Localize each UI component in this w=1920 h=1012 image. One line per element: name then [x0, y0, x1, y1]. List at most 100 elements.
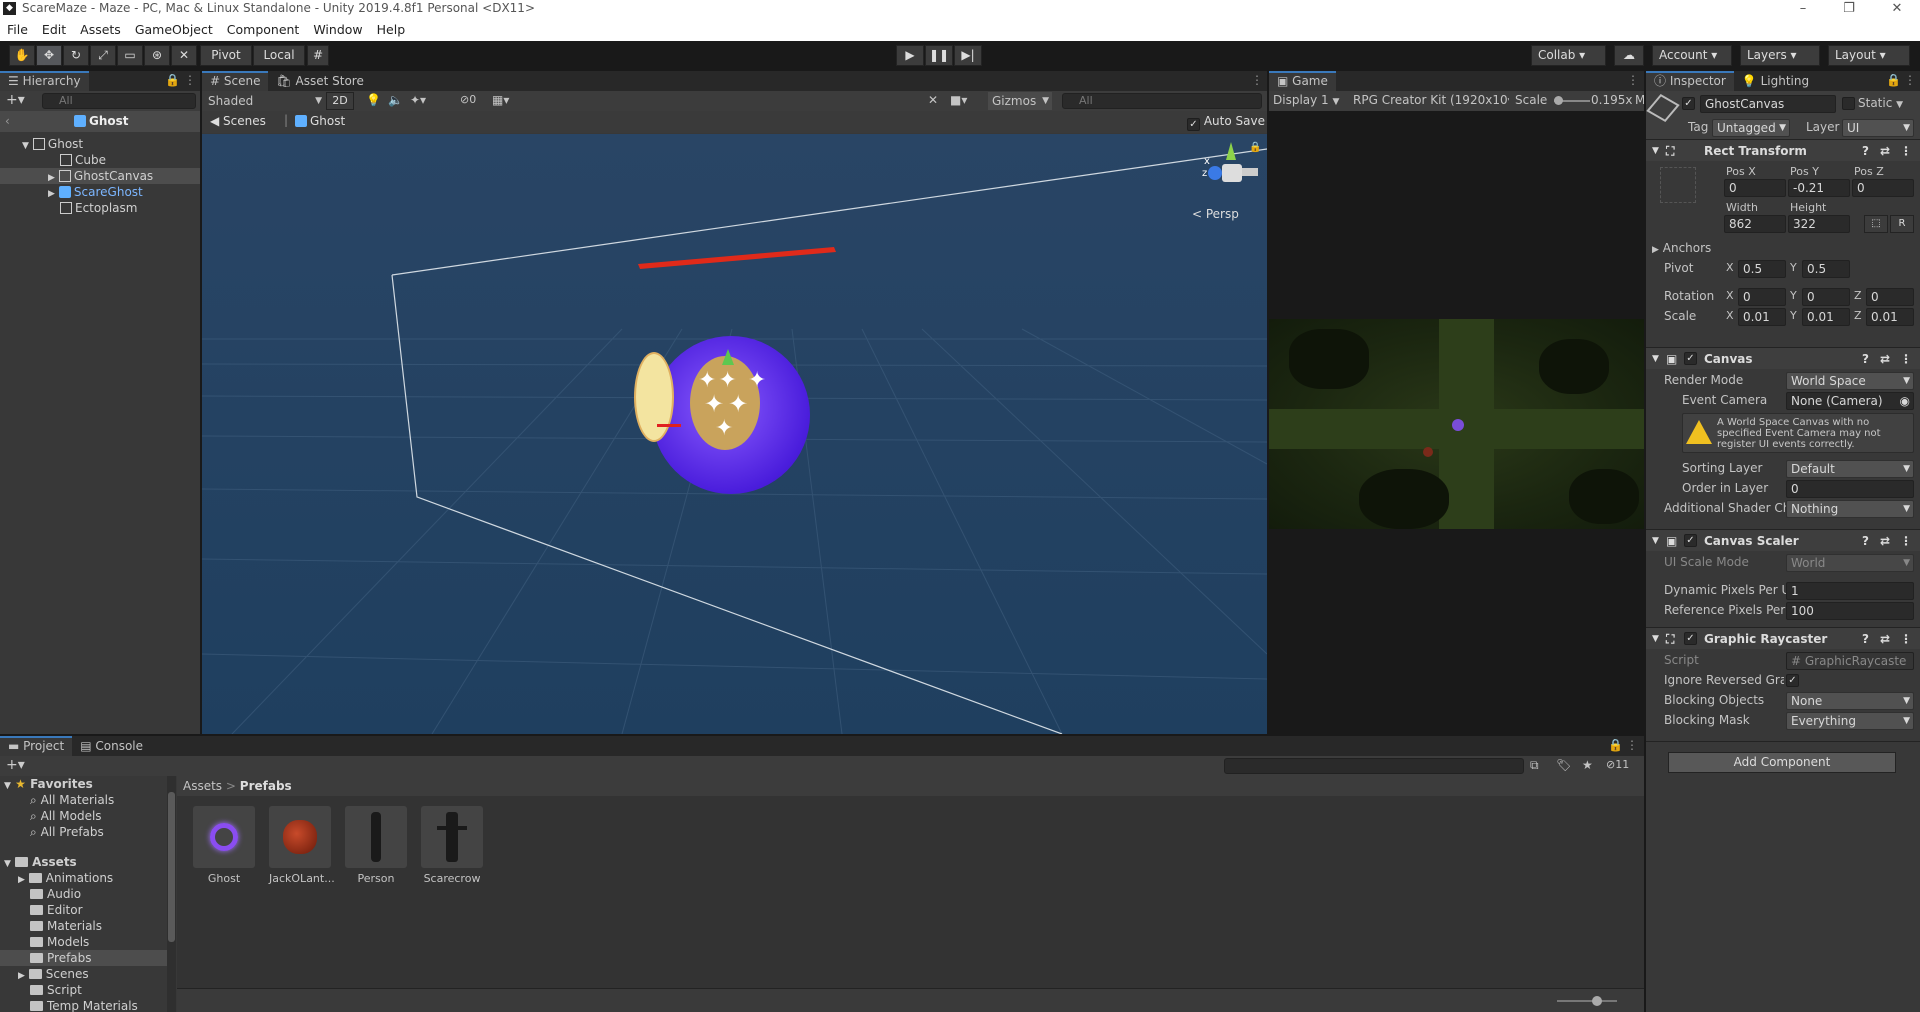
favorite-star-icon[interactable]: ★ [1582, 758, 1593, 772]
sorting-layer-dropdown[interactable]: Default ▼ [1786, 460, 1914, 478]
fav-all-models[interactable]: ⌕ All Models [0, 808, 167, 824]
anchors-foldout[interactable]: ▶ Anchors [1652, 241, 1711, 255]
tab-game[interactable]: ▣ Game [1269, 71, 1336, 91]
hidden-packages-toggle[interactable]: ⊘11 [1606, 758, 1629, 771]
menu-help[interactable]: Help [370, 18, 413, 41]
fav-all-prefabs[interactable]: ⌕ All Prefabs [0, 824, 167, 840]
tab-project[interactable]: ▬ Project [0, 736, 73, 756]
hierarchy-search-input[interactable]: All [42, 93, 196, 109]
menu-edit[interactable]: Edit [35, 18, 73, 41]
gizmo-center-cube[interactable] [1222, 164, 1242, 182]
grid-snap-button[interactable]: # [307, 45, 329, 66]
rotation-x-field[interactable]: 0 [1738, 288, 1786, 306]
rotate-tool-button[interactable]: ↻ [63, 45, 89, 66]
rotation-y-field[interactable]: 0 [1802, 288, 1850, 306]
thumbnail-size-thumb[interactable] [1592, 996, 1602, 1006]
kebab-menu-icon[interactable]: ⋮ [1251, 73, 1263, 87]
kebab-menu-icon[interactable]: ⋮ [184, 73, 196, 87]
account-dropdown[interactable]: Account ▾ [1652, 45, 1732, 66]
rect-tool-button[interactable]: ▭ [117, 45, 143, 66]
fav-all-materials[interactable]: ⌕ All Materials [0, 792, 167, 808]
folder-item[interactable]: Models [0, 934, 167, 950]
foldout-arrow-icon[interactable]: ▼ [1652, 530, 1659, 552]
tab-lighting[interactable]: 💡 Lighting [1733, 71, 1818, 91]
active-checkbox[interactable]: ✓ [1682, 97, 1695, 110]
help-icon[interactable]: ? [1862, 530, 1869, 552]
help-icon[interactable]: ? [1862, 140, 1869, 162]
gizmo-z-cone[interactable] [1208, 166, 1222, 180]
breadcrumb-assets[interactable]: Assets [183, 779, 222, 793]
help-icon[interactable]: ? [1862, 348, 1869, 370]
kebab-menu-icon[interactable]: ⋮ [1904, 73, 1916, 87]
tree-item-ghost[interactable]: ▼ Ghost [0, 136, 200, 152]
tree-item-ectoplasm[interactable]: Ectoplasm [0, 200, 200, 216]
move-tool-button[interactable]: ✥ [36, 45, 62, 66]
scene-viewport[interactable]: ✦✦ ✦ ✦✦ ✦ z x 🔒 < Persp [202, 134, 1267, 734]
anchor-presets-button[interactable] [1660, 167, 1696, 203]
kebab-menu-icon[interactable]: ⋮ [1900, 628, 1912, 650]
asset-item-jackolantern[interactable]: JackOLant... [269, 806, 335, 885]
folder-item[interactable]: Editor [0, 902, 167, 918]
lock-icon[interactable]: 🔒 [1249, 142, 1261, 153]
menu-component[interactable]: Component [220, 18, 307, 41]
step-button[interactable]: ▶| [954, 45, 982, 66]
breadcrumb-prefabs[interactable]: Prefabs [240, 779, 292, 793]
auto-save-toggle[interactable]: ✓ Auto Save [1187, 114, 1265, 131]
ignore-reversed-checkbox[interactable]: ✓ [1786, 674, 1799, 687]
add-object-button[interactable]: +▾ [6, 92, 25, 108]
scale-slider-thumb[interactable] [1554, 96, 1563, 105]
static-dropdown[interactable]: Static ▼ [1858, 96, 1903, 110]
display-dropdown[interactable]: Display 1 ▼ [1273, 93, 1345, 107]
scenes-breadcrumb[interactable]: ◀ Scenes [210, 114, 266, 128]
kebab-menu-icon[interactable]: ⋮ [1627, 73, 1639, 87]
gizmo-y-cone[interactable] [1226, 142, 1236, 160]
event-camera-field[interactable]: None (Camera) ◉ [1786, 392, 1914, 410]
gizmo-x-axis[interactable] [657, 424, 681, 427]
gizmo-y-arrow[interactable] [722, 349, 734, 365]
add-component-button[interactable]: Add Component [1668, 752, 1896, 773]
help-icon[interactable]: ? [1862, 628, 1869, 650]
reference-pixels-field[interactable]: 100 [1786, 602, 1914, 620]
blocking-mask-dropdown[interactable]: Everything ▼ [1786, 712, 1914, 730]
tag-dropdown[interactable]: Untagged ▼ [1712, 119, 1790, 137]
raw-edit-button[interactable]: R [1890, 215, 1914, 233]
camera-icon[interactable]: ■▾ [950, 93, 967, 107]
scene-search-input[interactable]: All [1062, 93, 1262, 109]
order-in-layer-field[interactable]: 0 [1786, 480, 1914, 498]
graphic-raycaster-header[interactable]: ▼ ⛶ ✓ Graphic Raycaster ? ⇄ ⋮ [1646, 627, 1920, 649]
kebab-menu-icon[interactable]: ⋮ [1900, 530, 1912, 552]
mode-2d-toggle[interactable]: 2D [326, 92, 354, 110]
kebab-menu-icon[interactable]: ⋮ [1626, 738, 1638, 752]
folder-tree-scrollbar[interactable] [167, 776, 176, 1012]
layer-dropdown[interactable]: UI ▼ [1842, 119, 1914, 137]
tree-item-ghostcanvas[interactable]: ▶ GhostCanvas [0, 168, 200, 184]
raycaster-enabled-checkbox[interactable]: ✓ [1684, 632, 1697, 645]
layers-dropdown[interactable]: Layers ▾ [1740, 45, 1820, 66]
shading-mode-dropdown[interactable]: Shaded ▼ [206, 92, 322, 110]
lock-icon[interactable]: 🔒 [1608, 738, 1623, 752]
auto-save-checkbox[interactable]: ✓ [1187, 118, 1200, 131]
pause-button[interactable]: ❚❚ [925, 45, 953, 66]
pivot-toggle[interactable]: Pivot [200, 45, 252, 66]
filter-label-icon[interactable]: 🏷 [1556, 758, 1571, 772]
maximize-toggle[interactable]: M [1635, 93, 1644, 107]
tab-scene[interactable]: # Scene [202, 71, 269, 91]
expand-arrow-icon[interactable]: ▶ [48, 189, 55, 199]
collab-dropdown[interactable]: Collab ▾ [1531, 45, 1606, 66]
back-arrow-icon[interactable]: ‹ [5, 114, 10, 128]
canvas-scaler-header[interactable]: ▼ ▣ ✓ Canvas Scaler ? ⇄ ⋮ [1646, 529, 1920, 551]
folder-item[interactable]: Temp Materials [0, 998, 167, 1012]
object-name-field[interactable]: GhostCanvas [1700, 95, 1836, 113]
project-search-input[interactable] [1224, 758, 1524, 774]
blueprint-mode-button[interactable]: ⬚ [1864, 215, 1888, 233]
asset-item-ghost[interactable]: Ghost [193, 806, 255, 885]
menu-file[interactable]: File [0, 18, 35, 41]
pivot-x-field[interactable]: 0.5 [1738, 260, 1786, 278]
persp-label[interactable]: < Persp [1192, 207, 1239, 221]
audio-toggle-icon[interactable]: 🔈 [388, 93, 403, 107]
tools-icon[interactable]: ✕ [928, 93, 938, 107]
assets-folder-item[interactable]: ▼ Assets [0, 854, 167, 870]
minimize-button[interactable]: – [1780, 0, 1826, 18]
tree-item-cube[interactable]: Cube [0, 152, 200, 168]
canvas-header[interactable]: ▼ ▣ ✓ Canvas ? ⇄ ⋮ [1646, 347, 1920, 369]
